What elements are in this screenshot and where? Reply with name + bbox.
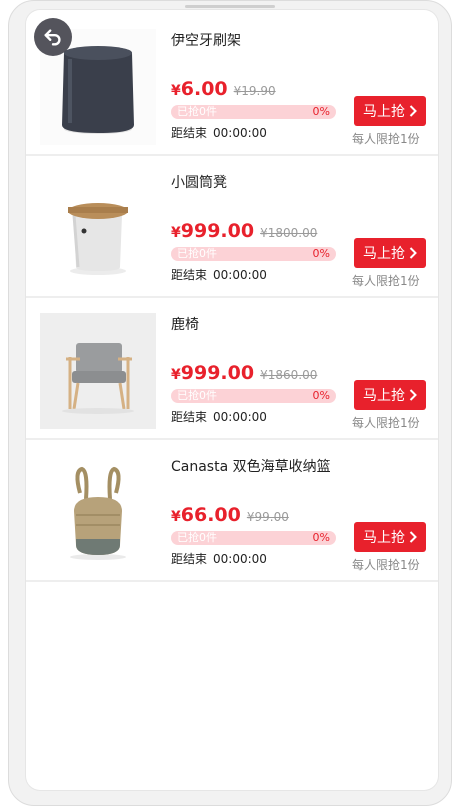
sale-price: ¥999.00 ¥1800.00 [171, 220, 318, 242]
back-button[interactable] [34, 18, 72, 56]
chevron-right-icon [409, 531, 417, 543]
purchase-limit: 每人限抢1份 [352, 558, 420, 572]
buy-now-button[interactable]: 马上抢 [354, 238, 426, 268]
seagrass-basket-image [40, 455, 156, 571]
device-notch [185, 5, 275, 8]
countdown-time: 00:00:00 [213, 410, 267, 424]
sold-percent: 0% [312, 105, 330, 118]
countdown-label: 距结束 [171, 126, 208, 140]
original-price: ¥19.90 [233, 84, 276, 98]
countdown-time: 00:00:00 [213, 268, 267, 282]
purchase-limit: 每人限抢1份 [352, 274, 420, 288]
round-stool-image [40, 171, 156, 287]
product-item[interactable]: Canasta 双色海草收纳篮 ¥66.00 ¥99.00 已抢0件 0% 距结… [26, 440, 438, 582]
product-title: Canasta 双色海草收纳篮 [171, 459, 331, 475]
buy-now-button[interactable]: 马上抢 [354, 96, 426, 126]
chevron-right-icon [409, 389, 417, 401]
original-price: ¥1860.00 [260, 368, 318, 382]
sold-progress-bar: 已抢0件 0% [171, 531, 336, 545]
product-title: 鹿椅 [171, 317, 199, 333]
purchase-limit: 每人限抢1份 [352, 416, 420, 430]
countdown-time: 00:00:00 [213, 126, 267, 140]
original-price: ¥1800.00 [260, 226, 318, 240]
sale-price: ¥66.00 ¥99.00 [171, 504, 289, 526]
sold-progress-bar: 已抢0件 0% [171, 389, 336, 403]
countdown: 距结束 00:00:00 [171, 266, 267, 283]
product-image[interactable] [40, 455, 156, 571]
buy-now-button[interactable]: 马上抢 [354, 522, 426, 552]
countdown: 距结束 00:00:00 [171, 550, 267, 567]
product-item[interactable]: 伊空牙刷架 ¥6.00 ¥19.90 已抢0件 0% 距结束 00:00:00 马… [26, 14, 438, 156]
product-image[interactable] [40, 313, 156, 429]
sold-count: 已抢0件 [177, 389, 217, 402]
countdown-label: 距结束 [171, 552, 208, 566]
countdown-label: 距结束 [171, 268, 208, 282]
product-title: 小圆筒凳 [171, 175, 227, 191]
sale-price: ¥999.00 ¥1860.00 [171, 362, 318, 384]
product-item[interactable]: 鹿椅 ¥999.00 ¥1860.00 已抢0件 0% 距结束 00:00:00 … [26, 298, 438, 440]
armchair-image [40, 313, 156, 429]
original-price: ¥99.00 [246, 510, 289, 524]
sold-percent: 0% [312, 531, 330, 544]
back-arrow-icon [44, 29, 61, 46]
buy-now-button[interactable]: 马上抢 [354, 380, 426, 410]
sold-count: 已抢0件 [177, 105, 217, 118]
sold-percent: 0% [312, 247, 330, 260]
chevron-right-icon [409, 105, 417, 117]
product-item[interactable]: 小圆筒凳 ¥999.00 ¥1800.00 已抢0件 0% 距结束 00:00:0… [26, 156, 438, 298]
countdown-label: 距结束 [171, 410, 208, 424]
sale-price: ¥6.00 ¥19.90 [171, 78, 276, 100]
countdown: 距结束 00:00:00 [171, 408, 267, 425]
sold-count: 已抢0件 [177, 247, 217, 260]
countdown: 距结束 00:00:00 [171, 124, 267, 141]
countdown-time: 00:00:00 [213, 552, 267, 566]
sold-progress-bar: 已抢0件 0% [171, 105, 336, 119]
sold-percent: 0% [312, 389, 330, 402]
sold-count: 已抢0件 [177, 531, 217, 544]
sold-progress-bar: 已抢0件 0% [171, 247, 336, 261]
screen: 伊空牙刷架 ¥6.00 ¥19.90 已抢0件 0% 距结束 00:00:00 马… [26, 10, 438, 790]
purchase-limit: 每人限抢1份 [352, 132, 420, 146]
product-image[interactable] [40, 171, 156, 287]
chevron-right-icon [409, 247, 417, 259]
product-title: 伊空牙刷架 [171, 33, 241, 49]
